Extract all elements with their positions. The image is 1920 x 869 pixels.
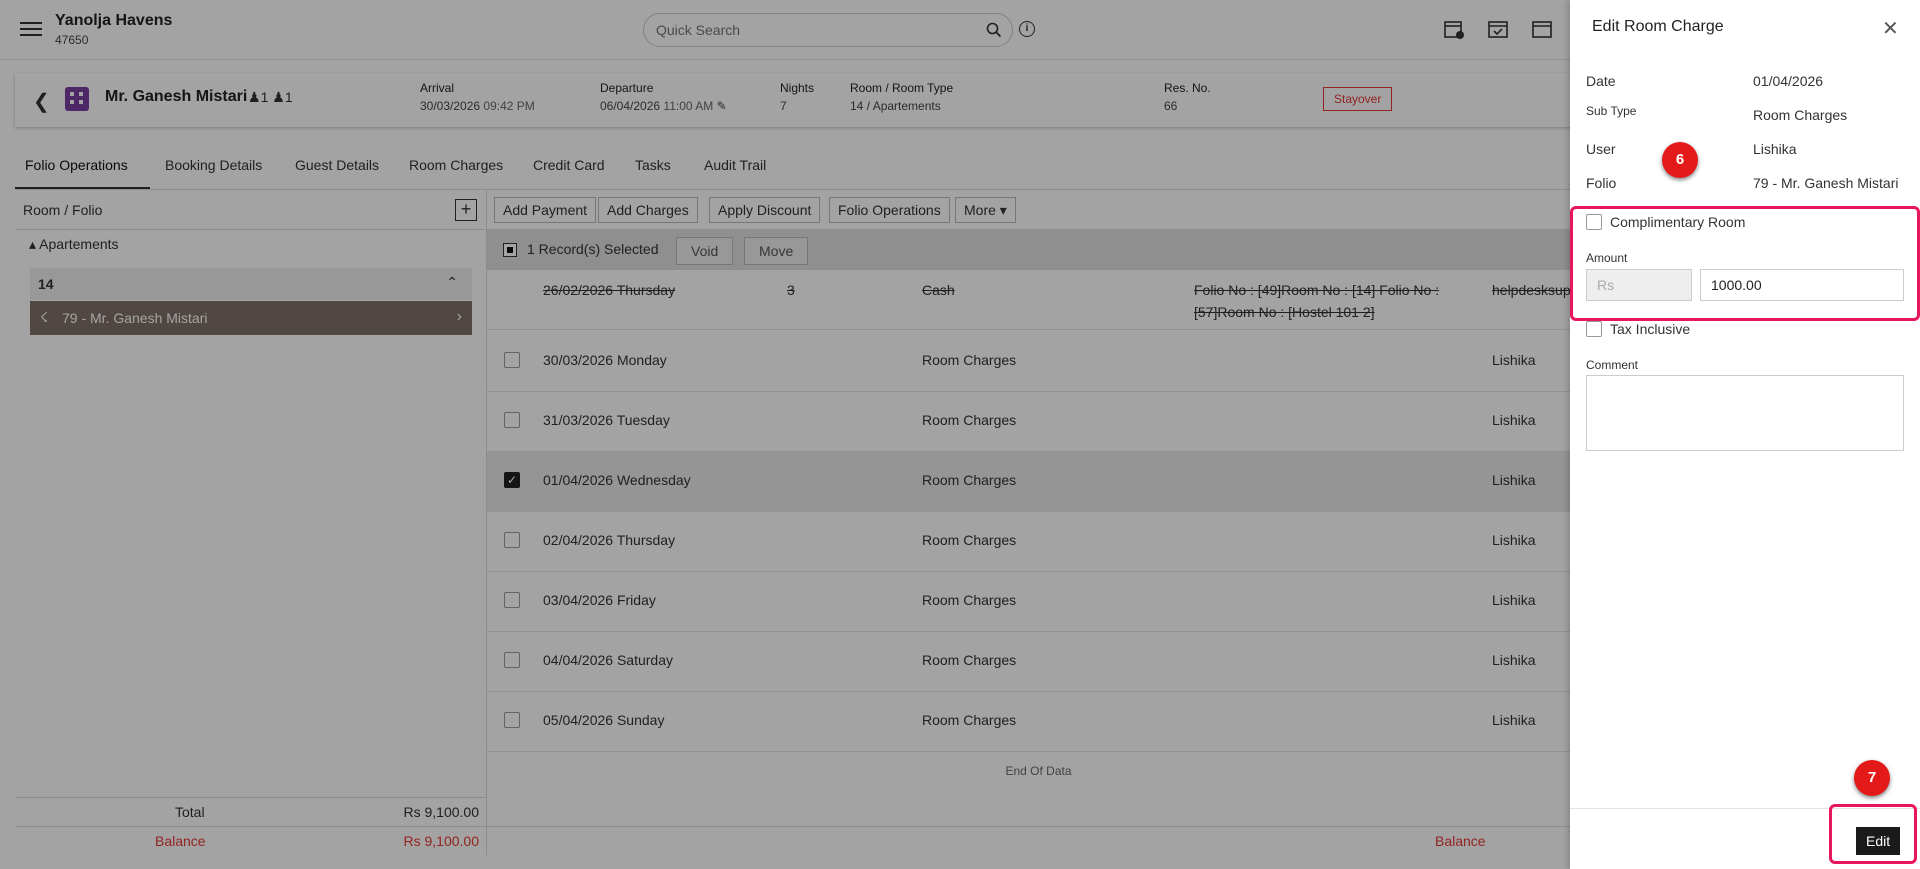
- highlight-amount-section: [1570, 206, 1920, 321]
- comment-label: Comment: [1586, 358, 1639, 372]
- sub-type-label: Sub Type: [1586, 104, 1637, 118]
- edit-room-charge-panel: Edit Room Charge ✕ Date 01/04/2026 Sub T…: [1570, 0, 1920, 869]
- comment-field[interactable]: [1586, 375, 1904, 451]
- folio-value: 79 - Mr. Ganesh Mistari: [1753, 175, 1899, 191]
- date-label: Date: [1586, 73, 1616, 89]
- folio-label: Folio: [1586, 175, 1617, 191]
- step-badge-6: 6: [1662, 142, 1698, 178]
- close-icon[interactable]: ✕: [1882, 16, 1899, 41]
- panel-title: Edit Room Charge: [1592, 18, 1724, 35]
- tax-inclusive-label: Tax Inclusive: [1610, 321, 1691, 337]
- highlight-edit-button: [1829, 804, 1917, 864]
- date-value: 01/04/2026: [1753, 73, 1824, 89]
- sub-type-value: Room Charges: [1753, 107, 1848, 123]
- user-value: Lishika: [1753, 141, 1797, 157]
- user-label: User: [1586, 141, 1616, 157]
- step-badge-7: 7: [1854, 760, 1890, 796]
- tax-inclusive-checkbox[interactable]: [1586, 321, 1602, 337]
